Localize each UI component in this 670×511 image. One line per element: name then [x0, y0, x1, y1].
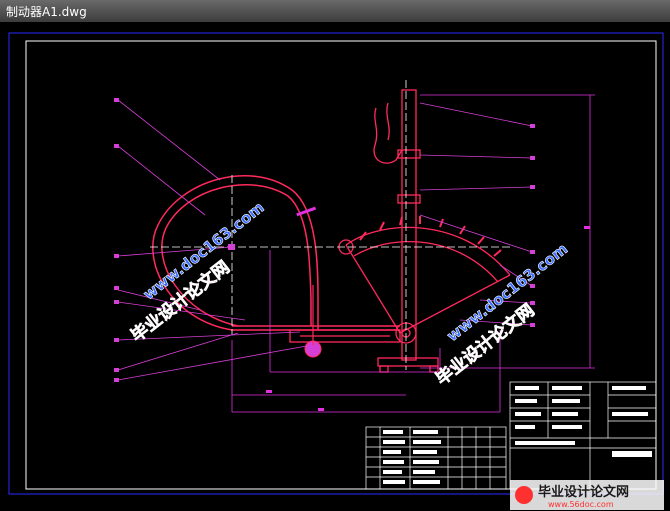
- parts-list-table: [365, 426, 507, 490]
- cad-drawing-canvas[interactable]: 毕业设计论文网 www.doc163.com 毕业设计论文网 www.doc16…: [0, 22, 670, 511]
- logo-icon: [515, 486, 533, 504]
- cad-drawing: 毕业设计论文网 www.doc163.com 毕业设计论文网 www.doc16…: [8, 32, 664, 510]
- corner-logo-url: www.56doc.com: [548, 500, 614, 509]
- watermark-1: 毕业设计论文网 www.doc163.com: [127, 198, 268, 347]
- title-block-text: [515, 386, 652, 457]
- leader-lines: [117, 99, 533, 381]
- window-title: 制动器A1.dwg: [6, 5, 87, 19]
- watermark-2: 毕业设计论文网 www.doc163.com: [432, 239, 572, 389]
- leader-markers: [114, 98, 535, 382]
- title-block: [509, 381, 657, 490]
- dimension-lines: [231, 94, 595, 413]
- window-titlebar[interactable]: 制动器A1.dwg: [0, 0, 670, 23]
- outer-frame: [8, 32, 664, 495]
- sector-gear: [338, 216, 511, 344]
- corner-logo: 毕业设计论文网 www.56doc.com: [510, 480, 664, 510]
- inner-border: [25, 40, 657, 490]
- corner-logo-cn: 毕业设计论文网: [538, 484, 629, 500]
- lever-handle: [373, 89, 421, 361]
